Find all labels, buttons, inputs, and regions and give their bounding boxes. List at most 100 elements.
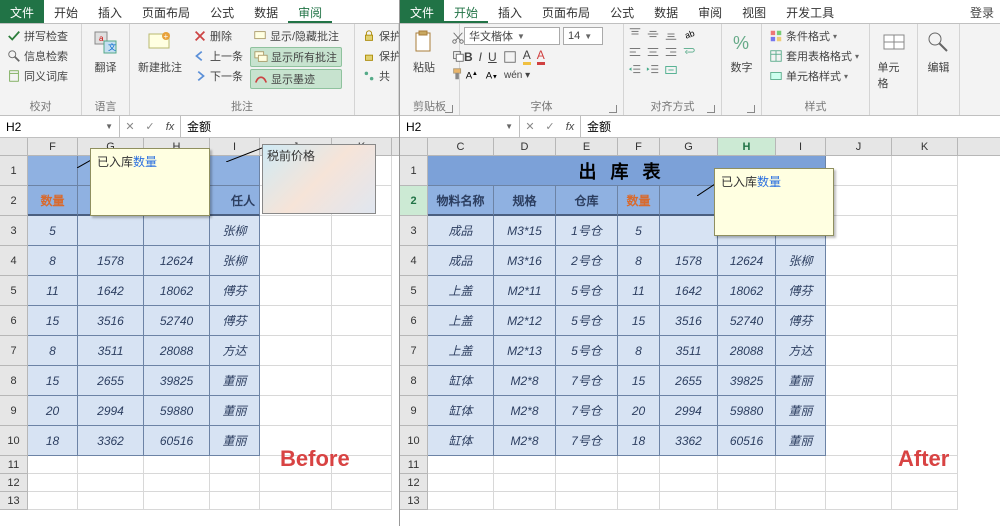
svg-text:a: a bbox=[99, 34, 104, 43]
protect-sheet-button[interactable]: 保护 bbox=[359, 27, 399, 45]
protect-wb-label: 保护 bbox=[379, 48, 399, 64]
wrap-text-button[interactable] bbox=[682, 45, 696, 59]
formula-input[interactable]: 金额 bbox=[581, 116, 1000, 137]
group-edit-label bbox=[922, 112, 955, 115]
phonetic-button[interactable]: wén ▾ bbox=[504, 70, 530, 81]
tab-data[interactable]: 数据 bbox=[244, 0, 288, 23]
col-K[interactable]: K bbox=[892, 138, 958, 155]
col-G[interactable]: G bbox=[660, 138, 718, 155]
tab-strip-right: 文件 开始 插入 页面布局 公式 数据 审阅 视图 开发工具 登录 bbox=[400, 0, 1000, 24]
tab-file[interactable]: 文件 bbox=[400, 0, 444, 23]
share-button[interactable]: 共 bbox=[359, 67, 399, 85]
formula-input[interactable]: 金额 bbox=[181, 116, 399, 137]
tab-review[interactable]: 审阅 bbox=[688, 0, 732, 23]
col-J[interactable]: J bbox=[826, 138, 892, 155]
spellcheck-button[interactable]: 拼写检查 bbox=[4, 27, 71, 45]
shrink-font-button[interactable]: A▼ bbox=[484, 68, 498, 82]
italic-button[interactable]: I bbox=[479, 50, 482, 64]
translate-button[interactable]: a文 翻译 bbox=[86, 27, 126, 77]
bold-button[interactable]: B bbox=[464, 50, 473, 64]
cond-format-button[interactable]: 条件格式▾ bbox=[766, 27, 862, 45]
fill-color-button[interactable]: A bbox=[523, 48, 531, 65]
tab-pagelayout[interactable]: 页面布局 bbox=[532, 0, 600, 23]
tab-view[interactable]: 视图 bbox=[732, 0, 776, 23]
fx-button[interactable]: fx bbox=[560, 121, 580, 133]
select-all-button[interactable] bbox=[400, 138, 428, 155]
svg-text:▲: ▲ bbox=[472, 70, 478, 77]
tab-home[interactable]: 开始 bbox=[444, 0, 488, 23]
cancel-fx-button[interactable]: ✕ bbox=[520, 120, 540, 133]
col-H[interactable]: H bbox=[718, 138, 776, 155]
thesaurus-button[interactable]: 同义词库 bbox=[4, 67, 71, 85]
before-label: Before bbox=[280, 446, 350, 472]
align-right-button[interactable] bbox=[664, 45, 678, 59]
cancel-fx-button[interactable]: ✕ bbox=[120, 120, 140, 133]
group-cells-label bbox=[874, 112, 913, 115]
comment-box[interactable]: 已入库数量 bbox=[714, 168, 834, 236]
number-format-button[interactable]: % 数字 bbox=[722, 27, 762, 77]
align-center-button[interactable] bbox=[646, 45, 660, 59]
col-F[interactable]: F bbox=[28, 138, 78, 155]
comment-leader bbox=[77, 156, 91, 168]
protect-wb-button[interactable]: 保护 bbox=[359, 47, 399, 65]
toggle-comment-button[interactable]: 显示/隐藏批注 bbox=[250, 27, 342, 45]
tab-formulas[interactable]: 公式 bbox=[600, 0, 644, 23]
font-name-value: 华文楷体 bbox=[469, 28, 513, 44]
next-comment-button[interactable]: 下一条 bbox=[190, 67, 246, 85]
tab-insert[interactable]: 插入 bbox=[88, 0, 132, 23]
align-top-button[interactable] bbox=[628, 27, 642, 41]
font-color-button[interactable]: A bbox=[537, 48, 545, 65]
dialog-launcher-icon[interactable] bbox=[747, 105, 755, 113]
tab-pagelayout[interactable]: 页面布局 bbox=[132, 0, 200, 23]
fx-button[interactable]: fx bbox=[160, 121, 180, 133]
login-button[interactable]: 登录 bbox=[960, 0, 1000, 23]
align-left-button[interactable] bbox=[628, 45, 642, 59]
confirm-fx-button[interactable]: ✓ bbox=[540, 120, 560, 133]
show-ink-button[interactable]: 显示墨迹 bbox=[250, 69, 342, 89]
col-I[interactable]: I bbox=[776, 138, 826, 155]
delete-comment-button[interactable]: 删除 bbox=[190, 27, 246, 45]
dialog-launcher-icon[interactable] bbox=[445, 105, 453, 113]
grow-font-button[interactable]: A▲ bbox=[464, 68, 478, 82]
editing-button[interactable]: 编辑 bbox=[919, 27, 959, 77]
dec-indent-button[interactable] bbox=[628, 63, 642, 77]
cell-style-button[interactable]: 单元格样式▾ bbox=[766, 67, 862, 85]
table-style-button[interactable]: 套用表格格式▾ bbox=[766, 47, 862, 65]
confirm-fx-button[interactable]: ✓ bbox=[140, 120, 160, 133]
show-all-comments-button[interactable]: 显示所有批注 bbox=[250, 47, 342, 67]
inc-indent-button[interactable] bbox=[646, 63, 660, 77]
image-comment-box[interactable]: 税前价格 bbox=[262, 144, 376, 214]
cells-button[interactable]: 单元格 bbox=[874, 27, 914, 93]
col-D[interactable]: D bbox=[494, 138, 556, 155]
col-E[interactable]: E bbox=[556, 138, 618, 155]
new-comment-button[interactable]: + 新建批注 bbox=[134, 27, 186, 77]
font-size-combo[interactable]: 14▼ bbox=[563, 27, 603, 45]
research-button[interactable]: 信息检索 bbox=[4, 47, 71, 65]
name-box[interactable]: H2▼ bbox=[0, 116, 120, 137]
tab-file[interactable]: 文件 bbox=[0, 0, 44, 23]
col-F[interactable]: F bbox=[618, 138, 660, 155]
select-all-button[interactable] bbox=[0, 138, 28, 155]
paste-button[interactable]: 粘贴 bbox=[404, 27, 444, 77]
tab-data[interactable]: 数据 bbox=[644, 0, 688, 23]
tab-review[interactable]: 审阅 bbox=[288, 0, 332, 23]
name-box[interactable]: H2▼ bbox=[400, 116, 520, 137]
tab-dev[interactable]: 开发工具 bbox=[776, 0, 844, 23]
align-bottom-button[interactable] bbox=[664, 27, 678, 41]
tab-home[interactable]: 开始 bbox=[44, 0, 88, 23]
underline-button[interactable]: U bbox=[488, 50, 497, 64]
comment-box[interactable]: 已入库数量 bbox=[90, 148, 210, 216]
col-C[interactable]: C bbox=[428, 138, 494, 155]
dialog-launcher-icon[interactable] bbox=[609, 105, 617, 113]
merge-button[interactable] bbox=[664, 63, 678, 77]
font-name-combo[interactable]: 华文楷体▼ bbox=[464, 27, 560, 45]
dialog-launcher-icon[interactable] bbox=[707, 105, 715, 113]
align-middle-button[interactable] bbox=[646, 27, 660, 41]
orientation-button[interactable]: ab bbox=[682, 27, 696, 41]
after-pane: 文件 开始 插入 页面布局 公式 数据 审阅 视图 开发工具 登录 粘贴 bbox=[400, 0, 1000, 526]
group-align-label: 对齐方式 bbox=[628, 96, 717, 115]
border-button[interactable] bbox=[503, 50, 517, 64]
tab-insert[interactable]: 插入 bbox=[488, 0, 532, 23]
prev-comment-button[interactable]: 上一条 bbox=[190, 47, 246, 65]
tab-formulas[interactable]: 公式 bbox=[200, 0, 244, 23]
